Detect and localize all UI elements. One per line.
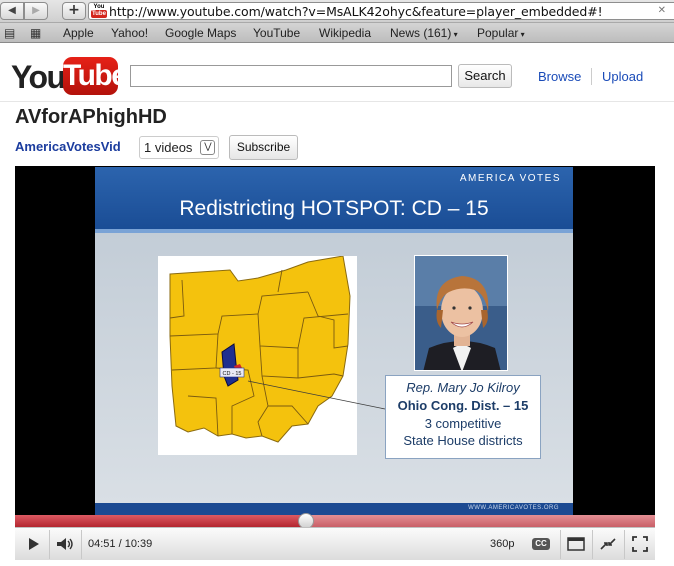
videos-dropdown[interactable]: 1 videos ⋁ xyxy=(139,136,220,159)
header-divider xyxy=(0,101,674,102)
url-text: http://www.youtube.com/watch?v=MsALK42oh… xyxy=(109,4,603,19)
play-button[interactable] xyxy=(19,532,47,556)
bookmarks-bar: ▤ ▦ Apple Yahoo! Google Maps YouTube Wik… xyxy=(0,23,674,43)
control-divider xyxy=(592,530,593,559)
bookmark-wikipedia[interactable]: Wikipedia xyxy=(319,26,371,40)
subscribe-button[interactable]: Subscribe xyxy=(229,135,298,160)
quality-selector[interactable]: 360p xyxy=(490,538,514,550)
search-button[interactable]: Search xyxy=(458,64,512,88)
url-field[interactable]: You Tube http://www.youtube.com/watch?v=… xyxy=(88,2,674,20)
progress-played xyxy=(15,515,307,527)
expand-button[interactable] xyxy=(596,532,620,556)
chevron-down-icon: ▾ xyxy=(518,30,525,39)
bookmark-google-maps[interactable]: Google Maps xyxy=(165,26,236,40)
captions-button[interactable]: CC xyxy=(532,538,550,550)
forward-button[interactable]: ▶ xyxy=(24,2,48,20)
bookmark-youtube[interactable]: YouTube xyxy=(253,26,300,40)
caption-competitive: 3 competitive xyxy=(424,416,502,431)
add-bookmark-button[interactable]: + xyxy=(62,2,86,20)
stop-icon[interactable]: ✕ xyxy=(658,5,666,16)
caption-name: Rep. Mary Jo Kilroy xyxy=(406,380,520,395)
player-controls: 04:51 / 10:39 360p CC xyxy=(15,527,655,560)
videos-count-label: 1 videos xyxy=(144,140,193,155)
control-divider xyxy=(624,530,625,559)
bookmark-apple[interactable]: Apple xyxy=(63,26,94,40)
play-icon xyxy=(29,538,39,550)
youtube-favicon-icon: You Tube xyxy=(91,4,107,19)
slide-brand: AMERICA VOTES xyxy=(459,173,561,184)
address-toolbar: ◀ ▶ + You Tube http://www.youtube.com/wa… xyxy=(0,0,674,23)
browser-window: ◀ ▶ + You Tube http://www.youtube.com/wa… xyxy=(0,0,674,566)
representative-photo xyxy=(414,255,508,371)
bookmarks-book-icon[interactable]: ▤ xyxy=(4,26,15,40)
window-icon xyxy=(567,537,585,551)
portrait-graphic xyxy=(415,256,507,370)
caption-box: Rep. Mary Jo Kilroy Ohio Cong. Dist. – 1… xyxy=(385,375,541,459)
caption-district: Ohio Cong. Dist. – 15 xyxy=(397,398,529,413)
browse-link[interactable]: Browse xyxy=(538,69,581,84)
ohio-map: CD - 15 xyxy=(158,255,357,455)
slide-footer-url: WWW.AMERICAVOTES.ORG xyxy=(468,505,559,511)
progress-bar[interactable] xyxy=(15,513,655,529)
control-divider xyxy=(49,530,50,559)
chevron-down-icon: ▾ xyxy=(451,30,458,39)
cd15-label: CD - 15 xyxy=(223,371,242,377)
video-frame: AMERICA VOTES Redistricting HOTSPOT: CD … xyxy=(95,167,573,518)
forward-arrow-icon: ▶ xyxy=(32,5,40,16)
slide-title: Redistricting HOTSPOT: CD – 15 xyxy=(179,197,489,220)
search-input[interactable] xyxy=(130,65,452,87)
bookmark-news[interactable]: News (161) ▾ xyxy=(390,26,458,40)
popout-button[interactable] xyxy=(564,532,588,556)
fullscreen-button[interactable] xyxy=(628,532,652,556)
channel-title: AVforAPhighHD xyxy=(15,106,167,128)
bookmark-popular[interactable]: Popular ▾ xyxy=(477,26,525,40)
bookmark-yahoo[interactable]: Yahoo! xyxy=(111,26,148,40)
top-sites-grid-icon[interactable]: ▦ xyxy=(30,26,41,40)
ohio-map-graphic: CD - 15 xyxy=(169,255,351,443)
control-divider xyxy=(81,530,82,559)
back-arrow-icon: ◀ xyxy=(8,5,16,16)
upload-link[interactable]: Upload xyxy=(602,69,643,84)
back-button[interactable]: ◀ xyxy=(0,2,24,20)
slide-header: AMERICA VOTES Redistricting HOTSPOT: CD … xyxy=(95,167,573,229)
volume-button[interactable] xyxy=(51,532,79,556)
channel-link[interactable]: AmericaVotesVid xyxy=(15,139,121,154)
fullscreen-icon xyxy=(632,536,648,552)
time-display: 04:51 / 10:39 xyxy=(88,538,153,550)
control-divider xyxy=(560,530,561,559)
speaker-icon xyxy=(57,538,73,550)
caption-state-house: State House districts xyxy=(403,433,523,448)
plus-icon: + xyxy=(68,2,80,18)
header-link-divider xyxy=(591,68,592,85)
expand-arrows-icon xyxy=(600,538,616,550)
video-player[interactable]: AMERICA VOTES Redistricting HOTSPOT: CD … xyxy=(15,166,655,518)
chevron-down-icon: ⋁ xyxy=(200,140,216,155)
slide-body: CD - 15 Rep. Mary Jo Kilroy Ohio Cong. D… xyxy=(95,233,573,503)
